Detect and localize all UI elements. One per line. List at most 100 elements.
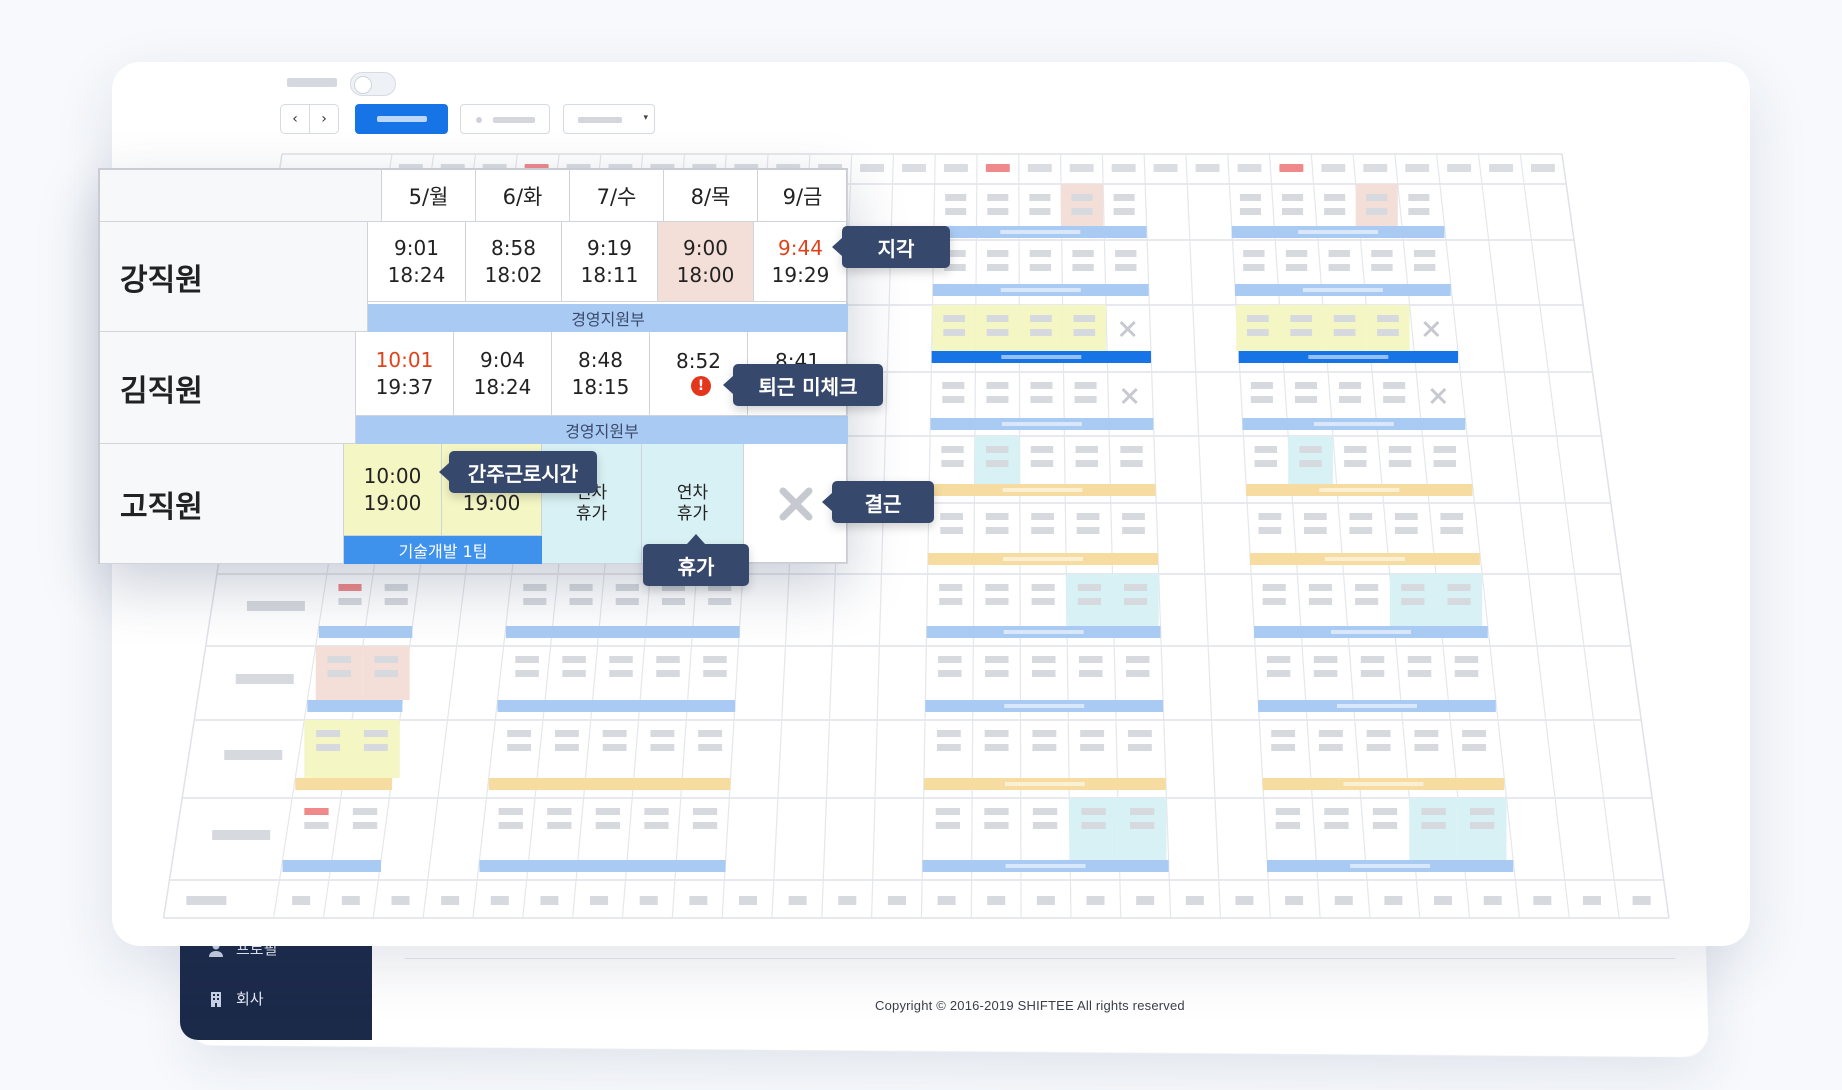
absence-callout: 결근 (832, 481, 934, 523)
summary-placeholder (1087, 896, 1105, 905)
name-placeholder (247, 601, 305, 611)
grid-col-line (1520, 154, 1619, 918)
clock-out-time: 18:00 (677, 262, 735, 289)
cell-placeholder (941, 446, 963, 453)
cell-placeholder (1290, 315, 1312, 322)
cell-placeholder (609, 656, 632, 663)
summary-placeholder (1136, 896, 1154, 905)
cell-placeholder (515, 656, 538, 663)
cell-placeholder (938, 670, 961, 677)
attendance-cell[interactable]: 8:48 18:15 (552, 332, 650, 416)
attendance-cell[interactable]: 9:19 18:11 (562, 222, 658, 302)
close-icon (1431, 389, 1445, 403)
cell-placeholder (1031, 527, 1054, 534)
cell-placeholder (987, 329, 1009, 336)
cell-placeholder (515, 670, 538, 677)
employee-name: 김직원 (100, 332, 356, 444)
bar-placeholder (1005, 782, 1085, 786)
clock-in-time: 9:19 (587, 235, 632, 262)
header-placeholder (1196, 164, 1220, 172)
cell-placeholder (1130, 822, 1154, 829)
cell-placeholder (1462, 730, 1486, 737)
cell-placeholder (1377, 329, 1399, 336)
bar-placeholder (1000, 230, 1080, 234)
cell-placeholder (1334, 315, 1356, 322)
name-placeholder (236, 674, 294, 684)
cell-placeholder (562, 656, 585, 663)
cell-placeholder (1031, 460, 1053, 467)
attendance-cell[interactable]: 9:00 18:00 (658, 222, 754, 302)
attendance-cell[interactable]: 9:01 18:24 (368, 222, 466, 302)
cell-placeholder (1299, 446, 1321, 453)
department-bar (479, 860, 725, 872)
header-placeholder (1363, 164, 1387, 172)
schedule-cell-tint (1356, 184, 1398, 226)
cell-placeholder (555, 730, 579, 737)
cell-placeholder (1408, 656, 1431, 663)
department-bar (506, 626, 740, 638)
cell-placeholder (1081, 822, 1105, 829)
cell-placeholder (1304, 513, 1327, 520)
cell-placeholder (985, 598, 1008, 605)
schedule-cell-tint (1063, 305, 1106, 351)
cell-placeholder (943, 329, 965, 336)
cell-placeholder (1032, 730, 1056, 737)
cell-placeholder (570, 584, 593, 591)
cell-placeholder (1073, 329, 1095, 336)
attendance-cell[interactable]: 8:58 18:02 (466, 222, 562, 302)
cell-placeholder (1414, 730, 1438, 737)
bar-placeholder (1319, 488, 1399, 492)
cell-placeholder (987, 264, 1008, 271)
cell-placeholder (1295, 396, 1317, 403)
day-header: 5/월 (382, 170, 476, 222)
cell-placeholder (985, 744, 1009, 751)
cell-placeholder (1243, 264, 1264, 271)
cell-placeholder (1276, 822, 1300, 829)
attendance-cell[interactable]: 9:04 18:24 (454, 332, 552, 416)
cell-placeholder (1414, 250, 1435, 257)
cell-placeholder (986, 446, 1008, 453)
grid-col-line (971, 154, 977, 918)
cell-placeholder (523, 584, 546, 591)
cell-placeholder (1080, 730, 1104, 737)
cell-placeholder (1299, 460, 1321, 467)
grid-right-border (1562, 154, 1669, 918)
cell-placeholder (1271, 744, 1295, 751)
attendance-cell[interactable]: 9:44 19:29 (754, 222, 848, 302)
cell-placeholder (1263, 584, 1286, 591)
bar-placeholder (1350, 864, 1430, 868)
clock-out-time: 19:29 (772, 262, 830, 289)
bar-placeholder (1004, 704, 1084, 708)
attendance-cell[interactable]: 10:00 19:00 (344, 444, 442, 536)
cell-placeholder (987, 250, 1008, 257)
cell-placeholder (985, 656, 1008, 663)
clock-out-time: 19:00 (364, 490, 422, 517)
close-icon (1121, 322, 1135, 336)
cell-placeholder (1077, 513, 1100, 520)
grid-col-line (1186, 154, 1221, 918)
cell-placeholder (1434, 460, 1456, 467)
schedule-cell-tint (1061, 184, 1103, 226)
clock-in-time: 10:00 (364, 463, 422, 490)
cell-placeholder (985, 670, 1008, 677)
cell-placeholder (1421, 808, 1445, 815)
cell-placeholder (1286, 264, 1307, 271)
cell-placeholder (316, 744, 340, 751)
schedule-cell-tint (1280, 305, 1323, 351)
cell-placeholder (1282, 194, 1303, 201)
cell-placeholder (987, 315, 1009, 322)
cell-placeholder (1240, 194, 1261, 201)
summary-label-placeholder (186, 896, 226, 905)
clock-out-time: 18:15 (572, 374, 630, 401)
bar-placeholder (1001, 288, 1081, 292)
cell-placeholder (1319, 744, 1343, 751)
clock-out-time: 18:24 (388, 262, 446, 289)
cell-placeholder (327, 670, 350, 677)
cell-placeholder (1243, 250, 1264, 257)
bar-placeholder (1298, 230, 1378, 234)
day-header: 8/목 (664, 170, 758, 222)
department-bar (307, 700, 402, 712)
attendance-cell[interactable]: 10:01 19:37 (356, 332, 454, 416)
cell-placeholder (385, 598, 408, 605)
cell-placeholder (1383, 382, 1405, 389)
